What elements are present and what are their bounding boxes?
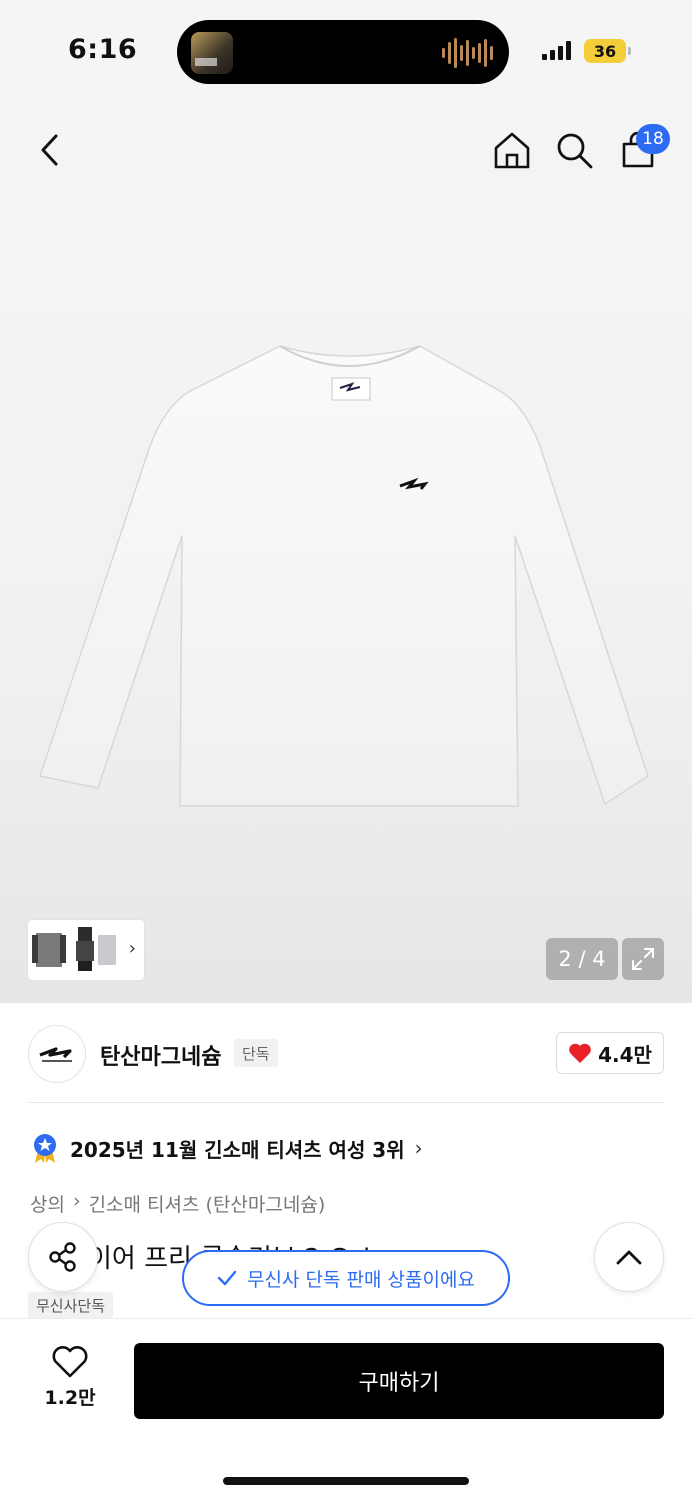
ranking-text: 2025년 11월 긴소매 티셔츠 여성 3위	[70, 1137, 405, 1162]
status-time: 6:16	[68, 34, 138, 65]
toast-text: 무신사 단독 판매 상품이에요	[247, 1268, 475, 1291]
thumbnail-strip[interactable]: ›	[28, 920, 144, 980]
bottom-action-bar: 1.2만 구매하기	[0, 1318, 692, 1500]
cellular-signal-icon	[542, 40, 571, 60]
thumbnail-image	[32, 927, 116, 971]
cart-count-badge: 18	[636, 124, 670, 154]
product-image	[39, 345, 649, 807]
home-icon[interactable]	[490, 128, 534, 172]
heart-filled-icon	[569, 1043, 591, 1063]
brand-logo[interactable]	[28, 1025, 86, 1083]
dynamic-island[interactable]	[177, 20, 509, 84]
share-button[interactable]	[28, 1222, 98, 1292]
brand-row[interactable]: 탄산마그네슘 단독 4.4만	[0, 1003, 692, 1103]
product-image-gallery[interactable]: 18 › 2 / 4	[0, 100, 692, 1003]
divider	[28, 1102, 664, 1103]
breadcrumb-subcategory[interactable]: 긴소매 티셔츠 (탄산마그네슘)	[89, 1190, 326, 1217]
ranking-badge-icon	[34, 1134, 56, 1163]
breadcrumb: 상의 › 긴소매 티셔츠 (탄산마그네슘)	[30, 1190, 325, 1217]
audio-waveform-icon	[442, 38, 493, 68]
brand-name[interactable]: 탄산마그네슘	[100, 1039, 221, 1071]
battery-indicator: 36	[584, 39, 626, 63]
chevron-right-icon: ›	[128, 938, 136, 959]
status-bar: 6:16 36	[0, 0, 692, 100]
image-counter: 2 / 4	[546, 938, 618, 980]
musinsa-exclusive-tag: 무신사단독	[28, 1292, 114, 1318]
expand-icon[interactable]	[622, 938, 664, 980]
home-indicator[interactable]	[223, 1477, 469, 1485]
chevron-right-icon: ›	[72, 1190, 81, 1212]
battery-cap	[628, 47, 631, 55]
breadcrumb-category[interactable]: 상의	[30, 1190, 65, 1217]
brand-like-button[interactable]: 4.4만	[556, 1032, 664, 1074]
chevron-right-icon: ›	[414, 1136, 423, 1160]
now-playing-artwork	[191, 32, 233, 74]
search-icon[interactable]	[552, 128, 596, 172]
heart-outline-icon	[52, 1346, 88, 1378]
share-icon	[49, 1242, 76, 1272]
wishlist-button[interactable]: 1.2만	[30, 1345, 110, 1410]
exclusive-toast: 무신사 단독 판매 상품이에요	[182, 1250, 510, 1306]
buy-button[interactable]: 구매하기	[134, 1343, 664, 1419]
ranking-link[interactable]: 2025년 11월 긴소매 티셔츠 여성 3위 ›	[30, 1132, 423, 1164]
chevron-up-icon	[616, 1250, 642, 1265]
check-icon	[217, 1270, 237, 1286]
wishlist-count: 1.2만	[44, 1387, 96, 1409]
exclusive-tag: 단독	[234, 1039, 278, 1067]
scroll-top-button[interactable]	[594, 1222, 664, 1292]
back-icon[interactable]	[28, 128, 72, 172]
brand-like-count: 4.4만	[598, 1042, 652, 1067]
